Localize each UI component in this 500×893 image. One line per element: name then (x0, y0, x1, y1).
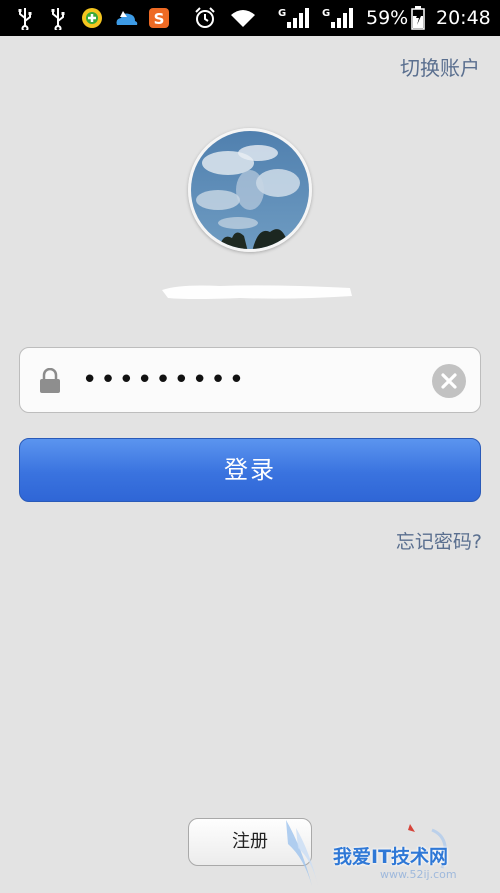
app-icon (80, 6, 104, 30)
watermark-url: www.52ij.com (380, 868, 457, 881)
forgot-password-link[interactable]: 忘记密码? (396, 527, 482, 554)
avatar (188, 128, 312, 252)
status-bar: S G G 59% 20:48 (0, 0, 500, 36)
sogou-icon: S (147, 6, 171, 30)
weather-icon (113, 6, 139, 30)
svg-text:S: S (154, 10, 165, 28)
username-redacted (160, 280, 355, 302)
battery-icon (410, 6, 426, 30)
clock: 20:48 (436, 7, 491, 29)
alarm-icon (193, 6, 217, 30)
watermark-text: 我爱IT技术网 (333, 846, 449, 868)
login-button[interactable]: 登录 (19, 438, 481, 502)
wifi-icon (229, 6, 257, 30)
password-value[interactable]: ••••••••• (82, 363, 247, 397)
lock-icon (38, 367, 62, 398)
network-type-badge: G (322, 8, 331, 19)
usb-icon (14, 6, 36, 30)
network-type-badge: G (278, 8, 287, 19)
password-field[interactable]: ••••••••• (19, 347, 481, 413)
usb-icon (47, 6, 69, 30)
signal-icon: G (276, 6, 314, 30)
signal-icon: G (320, 6, 358, 30)
battery-percent: 59% (366, 7, 409, 29)
switch-account-link[interactable]: 切换账户 (400, 52, 480, 81)
clear-icon[interactable] (432, 364, 466, 398)
